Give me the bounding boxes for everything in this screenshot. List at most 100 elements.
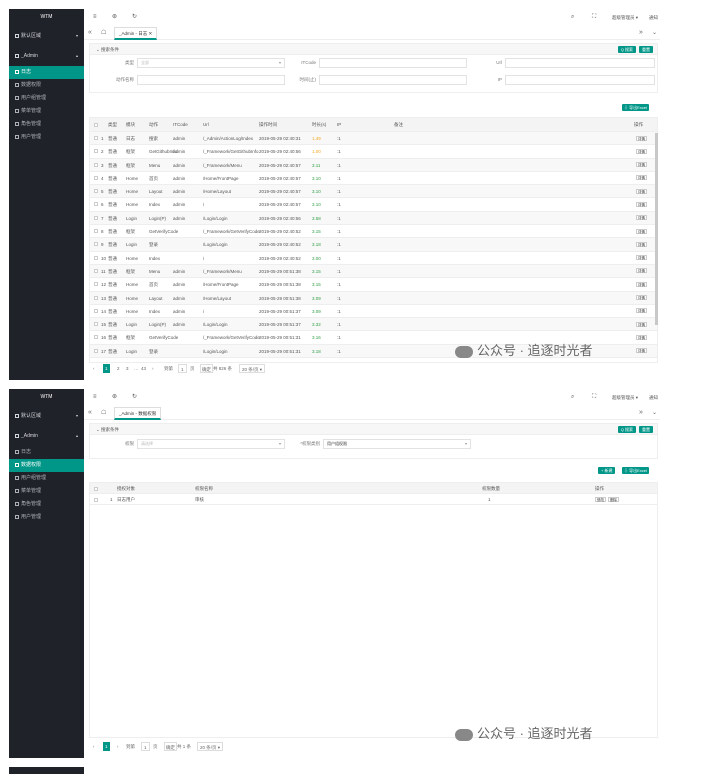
column-header[interactable]: 备注 xyxy=(394,118,403,132)
sidebar-item-3[interactable]: 数据权限 xyxy=(9,79,84,92)
privilege-type-select[interactable]: 用户组权限 xyxy=(323,439,471,449)
table-row[interactable]: 1 普通 日志 搜索 admin /_Admin/ActionLog/Index 2019-… xyxy=(90,132,657,146)
column-header[interactable]: 操作 xyxy=(595,483,604,494)
notify-link[interactable]: 通知 xyxy=(649,9,658,26)
sidebar-item-0[interactable]: 默认区域 ▾ xyxy=(9,26,84,46)
menu-toggle-icon[interactable]: ≡ xyxy=(93,389,97,406)
row-checkbox[interactable] xyxy=(94,322,98,327)
column-header[interactable]: 授权对象 xyxy=(117,483,135,494)
page-last[interactable]: 43 xyxy=(141,364,146,373)
sidebar-item-0[interactable]: 默认区域 ▾ xyxy=(9,406,84,426)
select-all-checkbox[interactable] xyxy=(94,486,98,491)
column-header[interactable]: IP xyxy=(337,118,341,132)
detail-button[interactable]: 详情 xyxy=(636,215,647,221)
query-title[interactable]: ⌄ 搜索条件 Q 搜索 重置 xyxy=(90,44,657,55)
row-checkbox[interactable] xyxy=(94,215,98,220)
detail-button[interactable]: 详情 xyxy=(636,308,647,314)
row-checkbox[interactable] xyxy=(94,202,98,207)
table-row[interactable]: 11 普通 框架 Menu admin /_Framework/Menu 2019-05-2… xyxy=(90,264,657,279)
row-checkbox[interactable] xyxy=(94,229,98,234)
row-checkbox[interactable] xyxy=(94,308,98,313)
sidebar-item-2[interactable]: 日志 xyxy=(9,66,84,79)
detail-button[interactable]: 详情 xyxy=(636,268,647,274)
next-page[interactable]: › xyxy=(117,742,119,751)
sidebar-item-3[interactable]: 数据权限 xyxy=(9,459,84,472)
type-select[interactable]: 全部 xyxy=(137,58,285,68)
table-row[interactable]: 1 日志用户 审核 1 修改 删除 xyxy=(90,494,657,505)
ip-input[interactable] xyxy=(505,75,655,85)
goto-input[interactable]: 1 xyxy=(178,364,187,373)
export-excel-button[interactable]: ⇩ 导出Excel xyxy=(622,104,649,111)
page-size-select[interactable]: 20 条/页 ▾ xyxy=(197,742,224,751)
column-header[interactable]: 权限名称 xyxy=(195,483,213,494)
goto-ok-button[interactable]: 确定 xyxy=(200,364,213,373)
prev-page[interactable]: ‹ xyxy=(93,364,95,373)
tab-right-icon[interactable]: » xyxy=(639,406,643,420)
search-button[interactable]: Q 搜索 xyxy=(617,426,636,433)
notify-link[interactable]: 通知 xyxy=(649,389,658,406)
sidebar-item-1[interactable]: _Admin ▴ xyxy=(9,426,84,446)
detail-button[interactable]: 详情 xyxy=(636,295,647,301)
sidebar-item-6[interactable]: 角色管理 xyxy=(9,498,84,511)
itcode-input[interactable] xyxy=(319,58,467,68)
table-row[interactable]: 3 普通 框架 Menu admin /_Framework/Menu 2019-05-29… xyxy=(90,158,657,172)
detail-button[interactable]: 详情 xyxy=(636,241,647,247)
row-checkbox[interactable] xyxy=(94,348,98,353)
table-row[interactable]: 15 普通 Login Login(P) admin/Login/Login 2019-0… xyxy=(90,318,657,332)
column-header[interactable]: 权限数量 xyxy=(482,483,500,494)
user-menu[interactable]: 超级管理员 ▾ xyxy=(612,389,638,406)
table-row[interactable]: 8 普通 框架 GetVerifyCode /_Framework/GetVerifyC… xyxy=(90,225,657,239)
url-input[interactable] xyxy=(505,58,655,68)
table-row[interactable]: 6 普通 Home Index admin / 2019-05-29 02:40:57 3.1… xyxy=(90,198,657,212)
tab-log[interactable]: _Admin - 日志 ✕ xyxy=(114,27,158,40)
query-title[interactable]: ⌄ 搜索条件 Q 搜索 重置 xyxy=(90,424,657,435)
reset-button[interactable]: 重置 xyxy=(639,426,653,433)
sidebar-item-7[interactable]: 用户管理 xyxy=(9,131,84,144)
table-row[interactable]: 2 普通 框架 GetGithubInfo admin/_Framework/GetGi… xyxy=(90,145,657,159)
sidebar-item-4[interactable]: 用户组管理 xyxy=(9,472,84,485)
sidebar-item-2[interactable]: 日志 xyxy=(9,446,84,459)
next-page[interactable]: › xyxy=(152,364,154,373)
page-1[interactable]: 1 xyxy=(103,742,110,751)
row-checkbox[interactable] xyxy=(94,268,98,273)
page-2[interactable]: 2 xyxy=(117,364,120,373)
detail-button[interactable]: 详情 xyxy=(636,281,647,287)
column-header[interactable]: 模块 xyxy=(126,118,135,132)
edit-button[interactable]: 修改 xyxy=(595,496,606,502)
detail-button[interactable]: 详情 xyxy=(636,148,647,154)
detail-button[interactable]: 详情 xyxy=(636,321,647,327)
theme-icon[interactable]: ⊛ xyxy=(112,389,117,406)
home-icon[interactable]: ☖ xyxy=(101,26,106,40)
page-size-select[interactable]: 20 条/页 ▾ xyxy=(239,364,266,373)
column-header[interactable]: 类型 xyxy=(108,118,117,132)
refresh-icon[interactable]: ↻ xyxy=(132,389,137,406)
tab-menu-icon[interactable]: ⌄ xyxy=(652,26,657,40)
detail-button[interactable]: 详情 xyxy=(636,334,647,340)
row-checkbox[interactable] xyxy=(94,136,98,140)
refresh-icon[interactable]: ↻ xyxy=(132,9,137,26)
row-checkbox[interactable] xyxy=(94,335,98,340)
user-menu[interactable]: 超级管理员 ▾ xyxy=(612,9,638,26)
goto-ok-button[interactable]: 确定 xyxy=(164,742,177,751)
sidebar-item-1[interactable]: _Admin ▴ xyxy=(9,46,84,66)
column-header[interactable]: ITCode xyxy=(173,118,188,132)
prev-page[interactable]: ‹ xyxy=(93,742,95,751)
detail-button[interactable]: 详情 xyxy=(636,135,647,141)
row-checkbox[interactable] xyxy=(94,295,98,300)
table-row[interactable]: 13 普通 Home Layout admin/Home/Layout 2019-05-2… xyxy=(90,291,657,305)
sidebar-item-7[interactable]: 用户管理 xyxy=(9,511,84,524)
sidebar-item-6[interactable]: 角色管理 xyxy=(9,118,84,131)
search-icon[interactable]: ⌕ xyxy=(571,9,574,26)
table-row[interactable]: 7 普通 Login Login(P) admin/Login/Login 2019-05… xyxy=(90,211,657,226)
row-checkbox[interactable] xyxy=(94,149,98,154)
column-header[interactable]: 操作时间 xyxy=(259,118,277,132)
row-checkbox[interactable] xyxy=(94,162,98,167)
reset-button[interactable]: 重置 xyxy=(639,46,653,53)
select-all-checkbox[interactable] xyxy=(94,123,98,127)
table-row[interactable]: 12 普通 Home 首页 admin/Home/FrontPage 2019-05-29… xyxy=(90,278,657,292)
column-header[interactable]: 操作 xyxy=(634,118,643,132)
row-checkbox[interactable] xyxy=(94,255,98,260)
theme-icon[interactable]: ⊛ xyxy=(112,9,117,26)
tab-data-privilege[interactable]: _Admin - 数据权限 xyxy=(114,407,162,420)
column-header[interactable]: 动作 xyxy=(149,118,158,132)
